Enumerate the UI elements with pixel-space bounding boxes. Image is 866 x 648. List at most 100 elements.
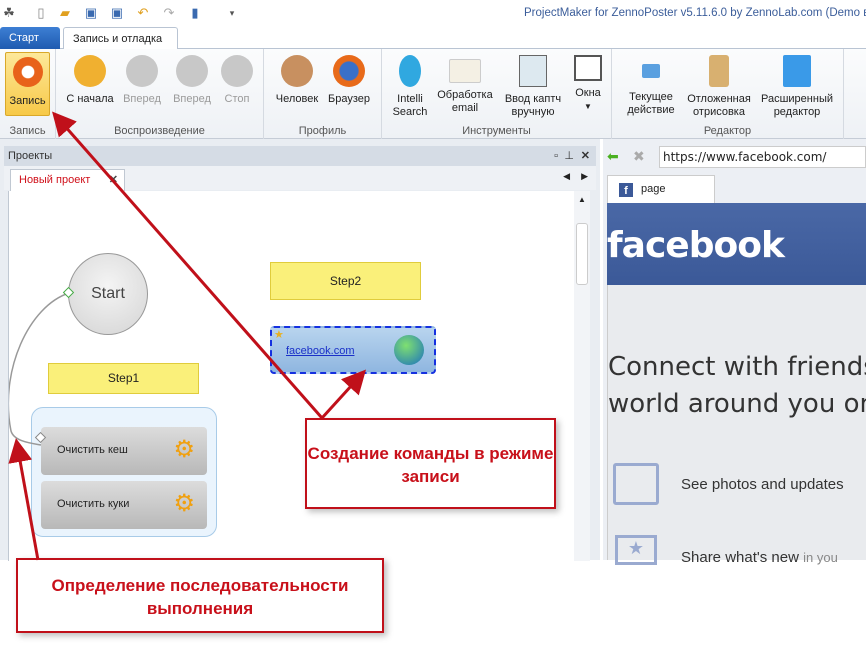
globe-www-icon [394, 335, 424, 365]
group-label: Воспроизведение [114, 125, 205, 137]
app-icon: ☘ [3, 5, 15, 20]
headline-line: Connect with friends [608, 352, 866, 382]
new-file-icon[interactable]: ▯ [34, 5, 48, 21]
gears-icon: ⚙ [173, 490, 195, 517]
feature-text-sub: in you [803, 550, 838, 565]
save-icon[interactable]: ▣ [84, 5, 98, 21]
windows-button[interactable]: Окна ▼ [568, 53, 608, 113]
save-as-icon[interactable]: ▣ [110, 5, 124, 21]
browser-panel: ⬅ ✖ https://www.facebook.com/ f page fac… [603, 139, 866, 566]
node-label: facebook.com [286, 345, 355, 357]
projects-header: Проекты ▫ ⊥ ✕ [4, 146, 596, 166]
human-button[interactable]: Человек [272, 53, 322, 106]
tab-label: page [641, 183, 666, 195]
stop-icon [221, 55, 253, 87]
label: Intelli Search [392, 93, 428, 118]
label: Отложенная отрисовка [687, 93, 751, 118]
tab-new-project[interactable]: Новый проект ✕ [10, 169, 125, 191]
step2-label-node[interactable]: Step2 [270, 262, 421, 300]
label: Расширенный редактор [761, 93, 833, 118]
current-action-icon [642, 64, 660, 78]
label: Вперед [123, 93, 161, 105]
callout-record-mode: Создание команды в режиме записи [305, 418, 556, 509]
label: Окна [575, 87, 601, 99]
close-icon[interactable]: ✕ [581, 146, 590, 166]
captcha-button[interactable]: Ввод каптч вручную [500, 53, 566, 119]
current-action-button[interactable]: Текущее действие [622, 53, 680, 117]
firefox-icon [333, 55, 365, 87]
redo-icon[interactable]: ↷ [162, 5, 176, 21]
ribbon: Запись Запись С начала Вперед Вперед Сто… [0, 49, 866, 139]
feature-text: See photos and updates [681, 476, 844, 493]
hourglass-icon [709, 55, 729, 87]
scroll-left-icon[interactable]: ◀ [563, 171, 570, 182]
label: Браузер [328, 93, 370, 105]
group-editor: Текущее действие Отложенная отрисовка Ра… [612, 49, 844, 139]
scroll-right-icon[interactable]: ▶ [581, 171, 588, 182]
browser-button[interactable]: Браузер [324, 53, 374, 106]
email-button[interactable]: Обработка email [434, 53, 496, 115]
stop-icon[interactable]: ✖ [633, 148, 645, 165]
tab-label: Новый проект [19, 174, 91, 186]
window-icon[interactable]: ▮ [188, 5, 202, 21]
pin-icon[interactable]: ⊥ [564, 146, 574, 166]
group-label: Запись [9, 125, 46, 137]
scroll-up-icon[interactable]: ▲ [578, 195, 586, 204]
from-start-button[interactable]: С начала [64, 53, 116, 106]
news-feed-icon [613, 463, 659, 505]
gears-icon: ⚙ [173, 436, 195, 463]
headline-line: world around you on [608, 389, 866, 419]
maximize-icon[interactable]: ▫ [554, 146, 558, 166]
group-label: Профиль [298, 125, 347, 137]
feature-text-2: Share what's new in you [681, 549, 838, 566]
tab-record-debug[interactable]: Запись и отладка [63, 27, 178, 50]
octopus-icon [399, 55, 421, 87]
facebook-logo: facebook [607, 225, 785, 266]
advanced-editor-button[interactable]: Расширенный редактор [758, 53, 836, 119]
callout-sequence: Определение последовательности выполнени… [16, 558, 384, 633]
expand-icon [783, 55, 811, 87]
forward-button[interactable]: Вперед [118, 53, 166, 106]
record-button[interactable]: Запись [5, 52, 50, 116]
label: Обработка email [437, 89, 493, 114]
url-input[interactable]: https://www.facebook.com/ [659, 146, 866, 168]
windows-icon [574, 55, 602, 81]
step-forward-button[interactable]: Вперед [168, 53, 216, 106]
label: Стоп [224, 93, 250, 105]
person-icon [281, 55, 313, 87]
scrollbar-thumb[interactable] [576, 223, 588, 285]
facebook-header: facebook [607, 203, 866, 285]
vertical-scrollbar[interactable]: ▲ [574, 191, 590, 561]
group-label: Инструменты [462, 125, 531, 137]
stop-button[interactable]: Стоп [216, 53, 258, 106]
intelli-search-button[interactable]: Intelli Search [388, 53, 432, 119]
facebook-favicon-icon: f [619, 183, 633, 197]
tab-start[interactable]: Старт [0, 27, 60, 49]
panel-title: Проекты [8, 150, 53, 162]
close-tab-icon[interactable]: ✕ [109, 170, 118, 190]
deferred-render-button[interactable]: Отложенная отрисовка [684, 53, 754, 119]
label: Человек [275, 93, 319, 105]
facebook-body: Connect with friends world around you on … [607, 285, 866, 566]
ribbon-tabs: Старт Запись и отладка [0, 27, 866, 50]
project-tabs: Новый проект ✕ ◀ ▶ [4, 166, 596, 191]
captcha-icon [519, 55, 547, 87]
headline: Connect with friends world around you on [608, 349, 866, 423]
step-icon [176, 55, 208, 87]
title-bar: ☘ ▯ ▰ ▣ ▣ ↶ ↷ ▮ ▾ ProjectMaker for Zenno… [0, 0, 866, 27]
label: Ввод каптч вручную [504, 93, 562, 118]
star-icon: ★ [274, 329, 284, 341]
label: Вперед [173, 93, 211, 105]
undo-icon[interactable]: ↶ [136, 5, 150, 21]
back-arrow-icon[interactable]: ⬅ [607, 148, 619, 165]
customize-dropdown-icon[interactable]: ▾ [225, 5, 239, 21]
restart-icon [74, 55, 106, 87]
play-icon [126, 55, 158, 87]
connection-line [9, 286, 75, 446]
group-profile: Человек Браузер Профиль [264, 49, 382, 139]
node-label: Очистить куки [57, 498, 130, 510]
browser-tab-page[interactable]: f page [607, 175, 715, 203]
feature-text: Share what's new [681, 549, 799, 566]
facebook-action-node[interactable]: ★ facebook.com [270, 326, 436, 374]
open-folder-icon[interactable]: ▰ [58, 5, 72, 21]
